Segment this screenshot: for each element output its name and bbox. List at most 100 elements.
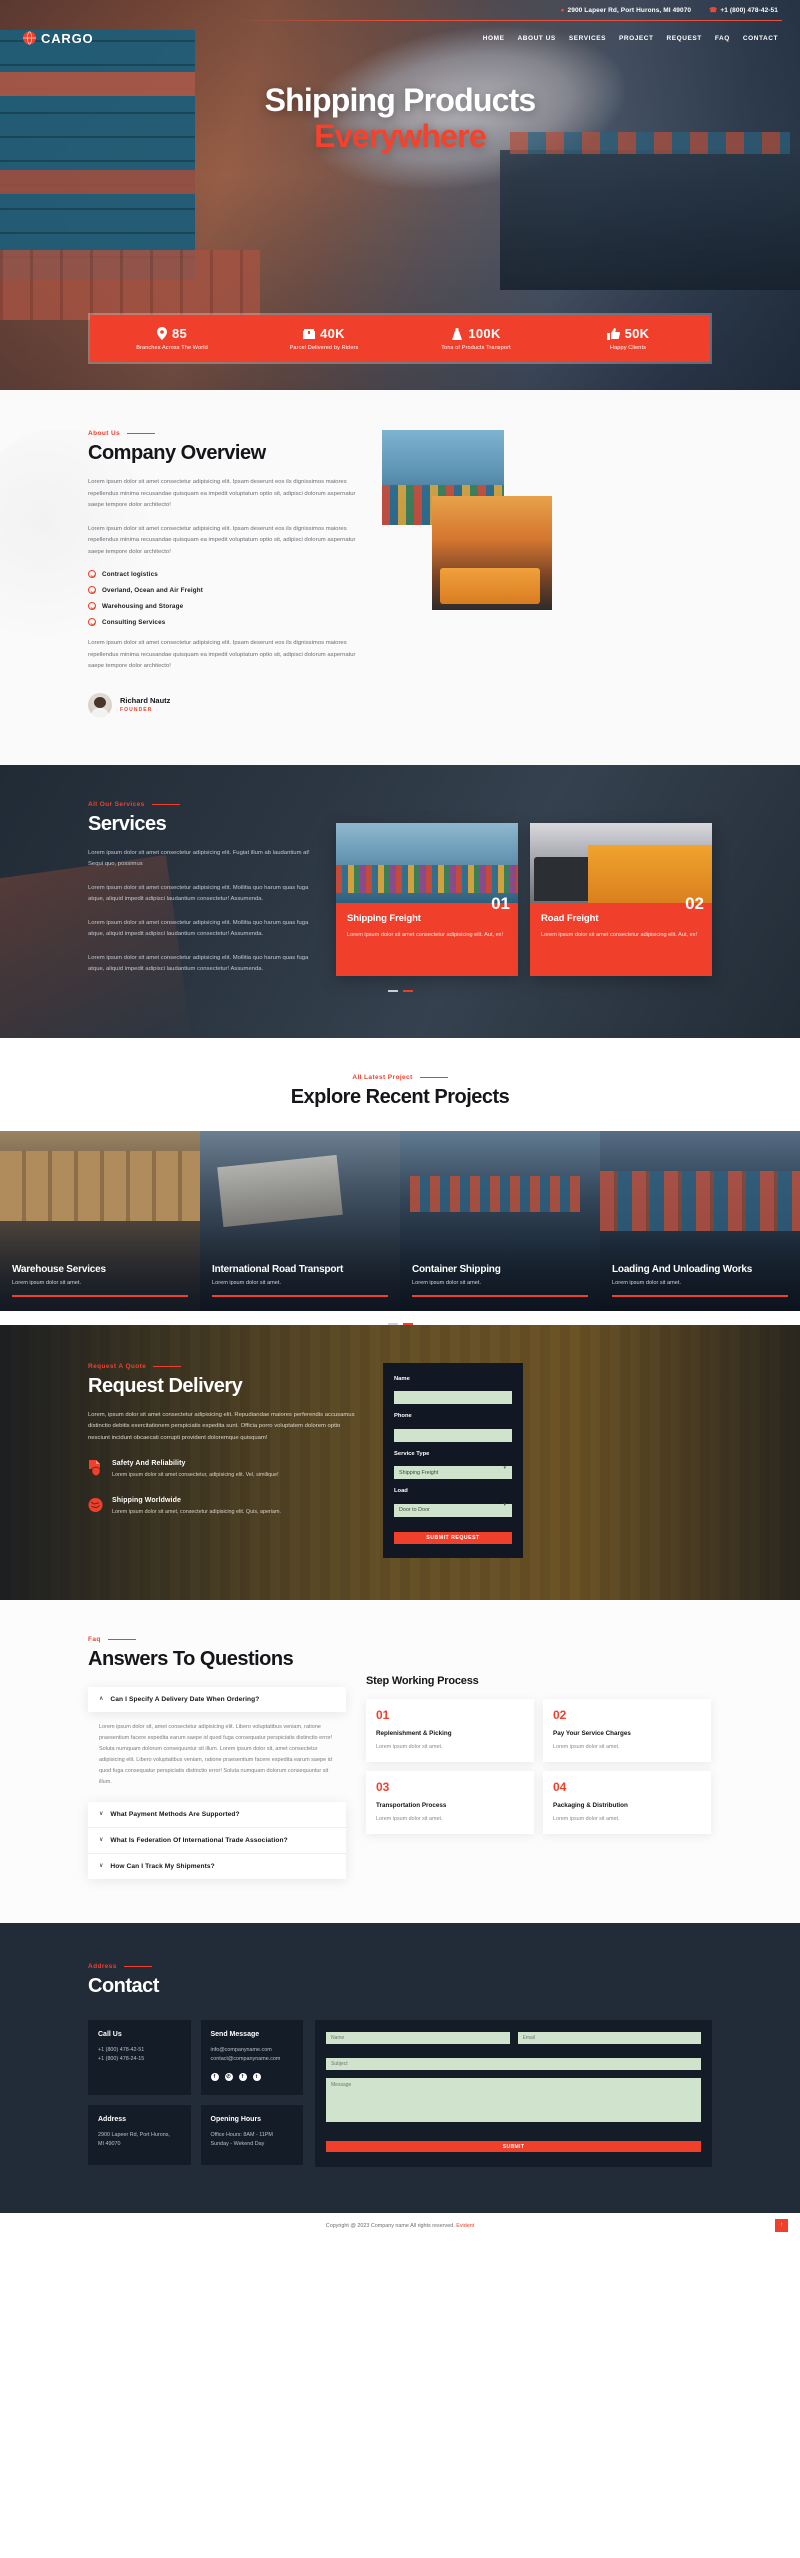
project-text: Lorem ipsum dolor sit amet.	[12, 1279, 82, 1286]
stat-branches: 85 Branches Across The World	[96, 326, 248, 351]
step-text: Lorem ipsum dolor sit amet.	[553, 1743, 620, 1750]
contact-message-textarea[interactable]	[326, 2077, 701, 2122]
faq-item[interactable]: ∨ How Can I Track My Shipments?	[88, 1854, 346, 1879]
carousel-dot[interactable]	[387, 989, 398, 992]
project-card[interactable]: Loading And Unloading Works Lorem ipsum …	[600, 1130, 800, 1311]
about-checklist: Contract logistics Overland, Ocean and A…	[88, 570, 360, 627]
stat-tons: 100K Tons of Products Transport	[400, 326, 552, 351]
contact-card-lines: Office Hours: 8AM - 11PM Sunday - Wekend…	[210, 2132, 273, 2148]
service-card-title: Shipping Freight	[347, 912, 421, 924]
hero-section: ● 2900 Lapeer Rd, Port Hurons, MI 49070 ☎…	[0, 0, 800, 390]
faq-item[interactable]: ∧ Can I Specify A Delivery Date When Ord…	[88, 1687, 346, 1712]
project-text: Lorem ipsum dolor sit amet.	[212, 1279, 282, 1286]
about-eyebrow: About Us	[88, 430, 360, 437]
whatsapp-icon[interactable]: ✆	[224, 2073, 233, 2082]
founder-name: Richard Nautz	[120, 696, 171, 706]
request-feature: Safety And Reliability Lorem ipsum dolor…	[88, 1460, 363, 1481]
faq-question: How Can I Track My Shipments?	[110, 1862, 215, 1870]
services-paragraph-3: Lorem ipsum dolor sit amet consectetur a…	[88, 919, 309, 938]
nav-item-services[interactable]: SERVICES	[569, 35, 606, 42]
brand-logo[interactable]: CARGO	[22, 30, 93, 46]
phone-input[interactable]	[394, 1428, 512, 1442]
about-paragraph-2: Lorem ipsum dolor sit amet consectetur a…	[88, 525, 356, 555]
facebook-round-icon[interactable]: f	[238, 2073, 247, 2082]
faq-item[interactable]: ∨ What Payment Methods Are Supported?	[88, 1802, 346, 1828]
faq-item[interactable]: ∨ What Is Federation Of International Tr…	[88, 1828, 346, 1854]
faq-section: Faq Answers To Questions ∧ Can I Specify…	[0, 1599, 800, 1923]
faq-question-header[interactable]: ∨ How Can I Track My Shipments?	[88, 1854, 346, 1879]
about-image-truck-plane	[432, 496, 552, 610]
nav-item-faq[interactable]: FAQ	[715, 35, 730, 42]
faq-question-header[interactable]: ∨ What Is Federation Of International Tr…	[88, 1828, 346, 1853]
founder-block: Richard Nautz FOUNDER	[88, 692, 360, 717]
nav-item-contact[interactable]: CONTACT	[743, 35, 778, 42]
faq-accordion: ∧ Can I Specify A Delivery Date When Ord…	[88, 1686, 346, 1712]
stat-parcels: 40K Parcel Delivered by Riders	[248, 326, 400, 351]
service-card[interactable]: 02 Road Freight Lorem ipsum dolor sit am…	[530, 822, 712, 976]
projects-grid: Warehouse Services Lorem ipsum dolor sit…	[0, 1130, 800, 1311]
faq-question-header[interactable]: ∨ What Payment Methods Are Supported?	[88, 1802, 346, 1827]
nav-item-about-us[interactable]: ABOUT US	[517, 35, 555, 42]
hero-containers-stack	[0, 30, 195, 280]
load-select[interactable]	[394, 1503, 512, 1517]
nav-item-request[interactable]: REQUEST	[667, 35, 702, 42]
about-paragraph-3: Lorem ipsum dolor sit amet consectetur a…	[88, 640, 356, 670]
step-card: 04 Packaging & Distribution Lorem ipsum …	[543, 1770, 711, 1835]
contact-card-title: Call Us	[98, 2030, 122, 2038]
projects-eyebrow: All Latest Project	[88, 1074, 712, 1081]
hero-title-line2: Everywhere	[314, 117, 486, 154]
request-feature-text: Lorem ipsum dolor sit amet consectetur, …	[112, 1472, 279, 1479]
footer-link[interactable]: Evident	[456, 2223, 474, 2229]
carousel-dot-active[interactable]	[402, 989, 413, 992]
top-phone[interactable]: ☎ +1 (800) 478-42-51	[709, 6, 778, 14]
faq-question-header[interactable]: ∧ Can I Specify A Delivery Date When Ord…	[88, 1687, 346, 1712]
step-title: Packaging & Distribution	[553, 1801, 628, 1809]
faq-title: Answers To Questions	[88, 1647, 294, 1670]
step-text: Lorem ipsum dolor sit amet.	[553, 1816, 620, 1823]
stat-value: 50K	[624, 326, 650, 341]
project-card[interactable]: Container Shipping Lorem ipsum dolor sit…	[400, 1130, 600, 1311]
faq-question: What Is Federation Of International Trad…	[110, 1836, 288, 1844]
service-card[interactable]: 01 Shipping Freight Lorem ipsum dolor si…	[336, 822, 518, 976]
about-check-item: Warehousing and Storage	[88, 602, 360, 611]
contact-card-address: Address 2900 Lapeer Rd, Port Hurons, MI …	[88, 2105, 191, 2166]
services-paragraph-1: Lorem ipsum dolor sit amet consectetur a…	[88, 849, 310, 868]
nav-links: HOME ABOUT US SERVICES PROJECT REQUEST F…	[483, 35, 778, 42]
facebook-icon[interactable]: f	[210, 2073, 219, 2082]
projects-section: All Latest Project Explore Recent Projec…	[0, 1037, 800, 1325]
project-title: Loading And Unloading Works	[612, 1263, 753, 1275]
contact-email-input[interactable]	[517, 2031, 701, 2044]
project-text: Lorem ipsum dolor sit amet.	[412, 1279, 482, 1286]
twitter-icon[interactable]: t	[252, 2073, 261, 2082]
steps-grid: 01 Replenishment & Picking Lorem ipsum d…	[366, 1698, 712, 1835]
service-card-title: Road Freight	[541, 912, 599, 924]
about-check-item: Contract logistics	[88, 570, 360, 579]
main-navbar: CARGO HOME ABOUT US SERVICES PROJECT REQ…	[0, 21, 800, 55]
about-images	[382, 430, 552, 610]
name-input[interactable]	[394, 1391, 512, 1405]
project-card[interactable]: Warehouse Services Lorem ipsum dolor sit…	[0, 1130, 200, 1311]
project-card[interactable]: International Road Transport Lorem ipsum…	[200, 1130, 400, 1311]
contact-name-input[interactable]	[326, 2031, 510, 2044]
stat-label: Parcel Delivered by Riders	[289, 345, 359, 351]
contact-subject-input[interactable]	[326, 2057, 701, 2070]
check-circle-icon	[88, 570, 96, 579]
project-underline	[612, 1294, 788, 1297]
nav-item-project[interactable]: PROJECT	[619, 35, 654, 42]
contact-submit-button[interactable]: SUBMIT	[326, 2141, 701, 2153]
step-title: Pay Your Service Charges	[553, 1729, 631, 1737]
submit-request-button[interactable]: SUBMIT REQUEST	[394, 1531, 512, 1544]
steps-title: Step Working Process	[366, 1674, 479, 1687]
stat-value: 100K	[468, 326, 501, 341]
contact-card-lines[interactable]: +1 (800) 478-42-51 +1 (800) 478-24-15	[98, 2046, 181, 2064]
nav-item-home[interactable]: HOME	[483, 35, 505, 42]
faq-accordion-collapsed: ∨ What Payment Methods Are Supported? ∨ …	[88, 1801, 346, 1879]
services-section: All Our Services Services Lorem ipsum do…	[0, 764, 800, 1038]
service-type-select[interactable]	[394, 1466, 512, 1480]
request-section: Request A Quote Request Delivery Lorem, …	[0, 1324, 800, 1600]
contact-card-lines[interactable]: info@companyname.com contact@companyname…	[211, 2046, 294, 2064]
back-to-top-button[interactable]: ↑	[775, 2218, 788, 2232]
landing-page: ● 2900 Lapeer Rd, Port Hurons, MI 49070 ☎…	[0, 0, 800, 2239]
service-card-image-road	[530, 822, 712, 903]
stat-value: 85	[171, 326, 188, 341]
